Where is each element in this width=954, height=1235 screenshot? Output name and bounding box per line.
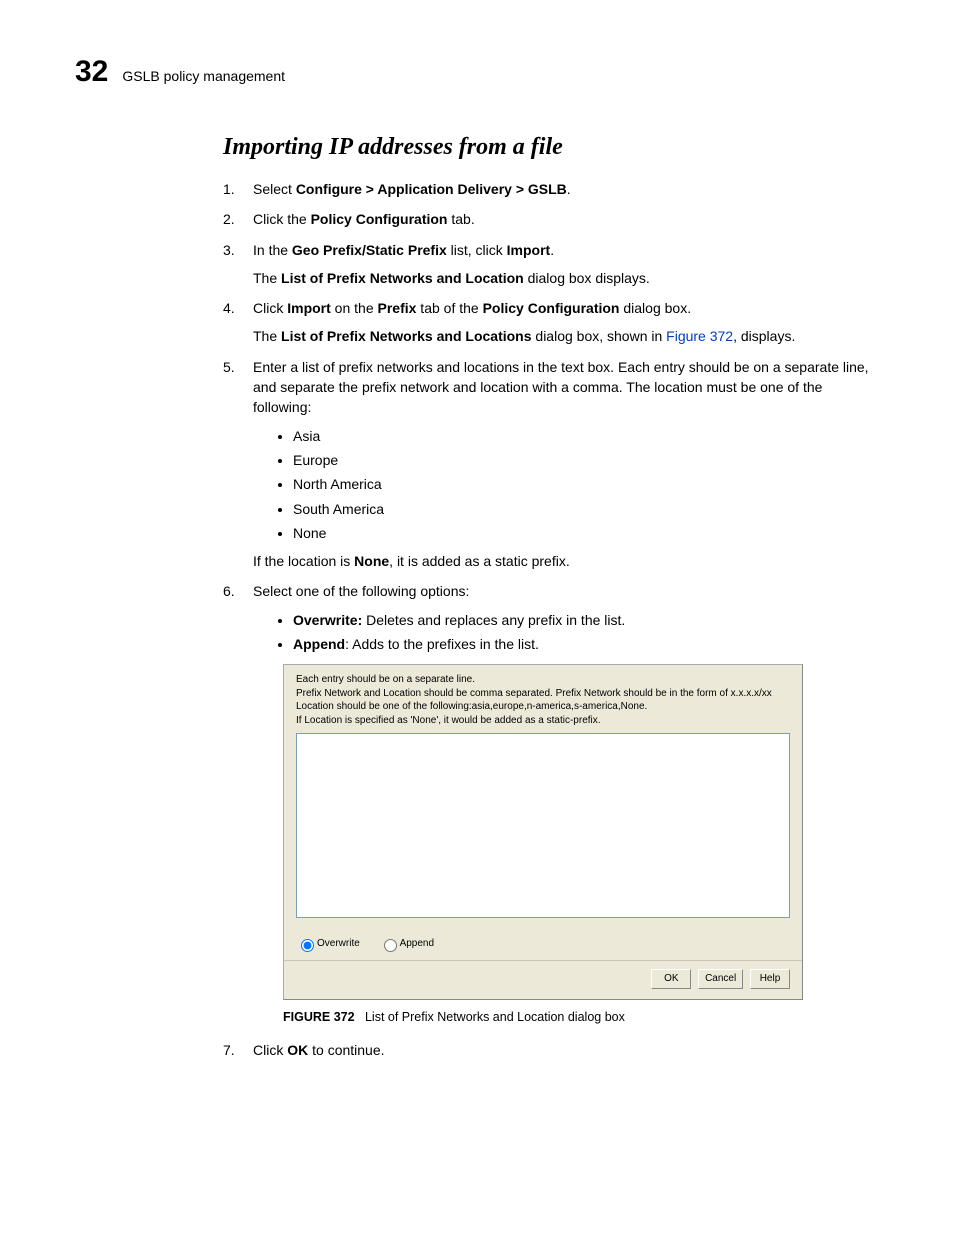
radio-group: Overwrite Append	[296, 936, 790, 952]
figure-caption-text: List of Prefix Networks and Location dia…	[365, 1010, 625, 1024]
step-2: Click the Policy Configuration tab.	[223, 209, 884, 229]
step-text: Click the	[253, 211, 311, 227]
option-desc: : Adds to the prefixes in the list.	[345, 636, 539, 652]
step-text: If the location is	[253, 553, 354, 569]
list-item: Asia	[293, 426, 884, 446]
step-4: Click Import on the Prefix tab of the Po…	[223, 298, 884, 347]
append-option[interactable]: Append	[379, 938, 434, 949]
ui-label: List of Prefix Networks and Locations	[281, 328, 532, 344]
prefix-textarea[interactable]	[296, 733, 790, 918]
step-text: tab.	[447, 211, 474, 227]
step-text: Click	[253, 1042, 287, 1058]
option-desc: Deletes and replaces any prefix in the l…	[362, 612, 625, 628]
append-radio[interactable]	[384, 939, 397, 952]
list-item: South America	[293, 499, 884, 519]
option-name: Append	[293, 636, 345, 652]
list-item: None	[293, 523, 884, 543]
step-text: The	[253, 328, 281, 344]
instr-line: Each entry should be on a separate line.	[296, 673, 790, 687]
step-text: dialog box displays.	[524, 270, 650, 286]
cancel-button[interactable]: Cancel	[698, 969, 743, 989]
step-text: The	[253, 270, 281, 286]
chapter-number: 32	[75, 55, 108, 89]
ui-label: None	[354, 553, 389, 569]
step-6: Select one of the following options: Ove…	[223, 581, 884, 1026]
step-text: list, click	[447, 242, 507, 258]
ui-label: OK	[287, 1042, 308, 1058]
step-text: Select one of the following options:	[253, 583, 469, 599]
ui-label: Geo Prefix/Static Prefix	[292, 242, 447, 258]
ui-label: Import	[287, 300, 331, 316]
step-text: dialog box.	[619, 300, 691, 316]
location-list: Asia Europe North America South America …	[253, 426, 884, 543]
step-text: on the	[331, 300, 378, 316]
list-item: Europe	[293, 450, 884, 470]
step-text: .	[567, 181, 571, 197]
running-header: 32 GSLB policy management	[75, 55, 884, 89]
list-item: Append: Adds to the prefixes in the list…	[293, 634, 884, 654]
figure-link[interactable]: Figure 372	[666, 328, 733, 344]
ui-label: Prefix	[378, 300, 417, 316]
chapter-title: GSLB policy management	[122, 68, 285, 84]
step-text: Select	[253, 181, 296, 197]
step-5: Enter a list of prefix networks and loca…	[223, 357, 884, 572]
step-text: to continue.	[308, 1042, 384, 1058]
ui-label: List of Prefix Networks and Location	[281, 270, 524, 286]
ok-button[interactable]: OK	[651, 969, 691, 989]
figure-caption: FIGURE 372 List of Prefix Networks and L…	[283, 1008, 884, 1026]
instr-line: Location should be one of the following:…	[296, 700, 790, 714]
ui-label: Policy Configuration	[311, 211, 448, 227]
step-text: In the	[253, 242, 292, 258]
step-7: Click OK to continue.	[223, 1040, 884, 1060]
prefix-dialog: Each entry should be on a separate line.…	[283, 664, 803, 1000]
step-text: Click	[253, 300, 287, 316]
ui-label: Policy Configuration	[483, 300, 620, 316]
dialog-instructions: Each entry should be on a separate line.…	[296, 673, 790, 727]
option-name: Overwrite:	[293, 612, 362, 628]
list-item: North America	[293, 474, 884, 494]
button-row: OK Cancel Help	[296, 969, 790, 989]
instr-line: If Location is specified as 'None', it w…	[296, 714, 790, 728]
step-text: dialog box, shown in	[532, 328, 667, 344]
menu-path: Configure > Application Delivery > GSLB	[296, 181, 567, 197]
radio-label: Overwrite	[317, 938, 360, 949]
overwrite-option[interactable]: Overwrite	[296, 938, 360, 949]
instr-line: Prefix Network and Location should be co…	[296, 687, 790, 701]
step-1: Select Configure > Application Delivery …	[223, 179, 884, 199]
separator	[284, 960, 802, 961]
list-item: Overwrite: Deletes and replaces any pref…	[293, 610, 884, 630]
step-3: In the Geo Prefix/Static Prefix list, cl…	[223, 240, 884, 289]
section-title: Importing IP addresses from a file	[223, 134, 884, 161]
step-text: Enter a list of prefix networks and loca…	[253, 359, 869, 416]
option-list: Overwrite: Deletes and replaces any pref…	[253, 610, 884, 655]
radio-label: Append	[400, 938, 434, 949]
ui-label: Import	[507, 242, 551, 258]
figure-label: FIGURE 372	[283, 1010, 355, 1024]
overwrite-radio[interactable]	[301, 939, 314, 952]
step-text: tab of the	[416, 300, 482, 316]
procedure-steps: Select Configure > Application Delivery …	[223, 179, 884, 1060]
step-text: , displays.	[733, 328, 795, 344]
step-text: , it is added as a static prefix.	[389, 553, 570, 569]
step-text: .	[550, 242, 554, 258]
help-button[interactable]: Help	[750, 969, 790, 989]
